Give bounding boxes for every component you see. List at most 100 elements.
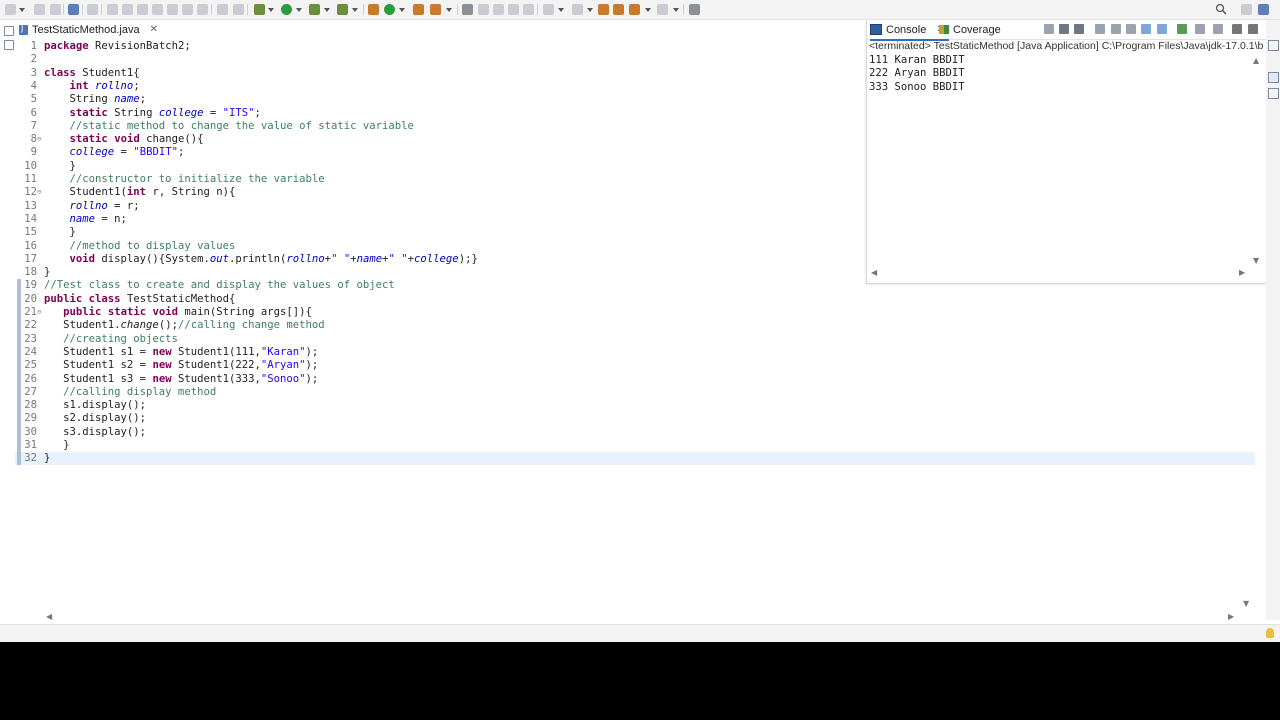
editor-horizontal-scrollbar[interactable]: ◀ ▶ [42, 612, 1242, 622]
scroll-left-icon[interactable]: ◀ [46, 612, 52, 621]
restore-icon[interactable] [1268, 40, 1279, 51]
run-icon[interactable] [281, 4, 292, 15]
forward-icon[interactable] [657, 4, 668, 15]
scroll-left-icon[interactable]: ◀ [871, 268, 877, 277]
scroll-right-icon[interactable]: ▶ [1228, 612, 1234, 621]
coverage-icon[interactable] [309, 4, 320, 15]
open-type-icon[interactable] [413, 4, 424, 15]
code-line[interactable]: 28 s1.display(); [15, 399, 1255, 412]
clear-console-icon[interactable] [1095, 24, 1105, 34]
tip-bulb-icon[interactable] [1266, 628, 1274, 638]
code-line[interactable]: 27 //calling display method [15, 386, 1255, 399]
new-java-package-icon[interactable] [368, 4, 379, 15]
scroll-down-icon[interactable]: ▼ [1253, 256, 1259, 265]
code-token: int [69, 79, 89, 92]
close-icon[interactable]: ✕ [150, 24, 158, 35]
code-line[interactable]: 24 Student1 s1 = new Student1(111,"Karan… [15, 346, 1255, 359]
code-line[interactable]: 30 s3.display(); [15, 426, 1255, 439]
scroll-right-icon[interactable]: ▶ [1239, 268, 1245, 277]
save-icon[interactable] [34, 4, 45, 15]
code-line[interactable]: 25 Student1 s2 = new Student1(222,"Aryan… [15, 359, 1255, 372]
pin-editor-icon[interactable] [689, 4, 700, 15]
skip-breakpoints-icon[interactable] [87, 4, 98, 15]
suspend-icon[interactable] [122, 4, 133, 15]
code-line[interactable]: 31 } [15, 439, 1255, 452]
code-line[interactable]: 23 //creating objects [15, 333, 1255, 346]
previous-annotation-icon[interactable] [572, 4, 583, 15]
new-icon[interactable] [5, 4, 16, 15]
show-on-stderr-icon[interactable] [1157, 24, 1167, 34]
forward-dropdown-icon[interactable] [673, 8, 679, 12]
next-annotation-icon[interactable] [543, 4, 554, 15]
fold-toggle-icon[interactable]: ⊖ [37, 133, 41, 146]
new-class-dropdown-icon[interactable] [399, 8, 405, 12]
remove-all-terminated-icon[interactable] [1074, 24, 1084, 34]
word-wrap-icon[interactable] [1126, 24, 1136, 34]
code-line[interactable]: 21 ⊖ public static void main(String args[… [15, 306, 1255, 319]
use-step-filters-icon[interactable] [233, 4, 244, 15]
toggle-annotation-icon[interactable] [462, 4, 473, 15]
terminate-icon[interactable] [1044, 24, 1054, 34]
open-perspective-icon[interactable] [1241, 4, 1252, 15]
resume-icon[interactable] [107, 4, 118, 15]
run-dropdown-icon[interactable] [296, 8, 302, 12]
disconnect-icon[interactable] [152, 4, 163, 15]
show-on-stdout-icon[interactable] [1141, 24, 1151, 34]
coverage-dropdown-icon[interactable] [324, 8, 330, 12]
external-tools-dropdown-icon[interactable] [352, 8, 358, 12]
search-dropdown-icon[interactable] [446, 8, 452, 12]
minimize-icon[interactable] [1248, 24, 1258, 34]
code-line[interactable]: 32} [15, 452, 1255, 466]
view-menu-icon[interactable] [1232, 24, 1242, 34]
console-output[interactable]: 111 Karan BBDIT 222 Aryan BBDIT 333 Sonoo … [869, 54, 965, 94]
scroll-up-icon[interactable]: ▲ [1253, 56, 1259, 65]
fold-toggle-icon[interactable]: ⊖ [37, 186, 41, 199]
new-java-class-icon[interactable] [384, 4, 395, 15]
code-line[interactable]: 26 Student1 s3 = new Student1(333,"Sonoo… [15, 373, 1255, 386]
step-over-icon[interactable] [182, 4, 193, 15]
search-icon[interactable] [1215, 3, 1227, 15]
search-tool-icon[interactable] [430, 4, 441, 15]
step-into-icon[interactable] [167, 4, 178, 15]
display-selected-console-icon[interactable] [1195, 24, 1205, 34]
fold-toggle-icon[interactable]: ⊖ [37, 306, 41, 319]
code-line[interactable]: 20 public class TestStaticMethod{ [15, 293, 1255, 306]
editor-tab-teststaticmethod[interactable]: TestStaticMethod.java ✕ [15, 20, 165, 41]
last-edit-location-icon[interactable] [598, 4, 609, 15]
external-tools-icon[interactable] [337, 4, 348, 15]
back-dropdown-icon[interactable] [645, 8, 651, 12]
terminal-icon[interactable] [68, 4, 79, 15]
restore-icon[interactable] [4, 26, 14, 36]
java-perspective-icon[interactable] [1258, 4, 1269, 15]
open-console-icon[interactable] [1213, 24, 1223, 34]
scroll-down-icon[interactable]: ▼ [1243, 599, 1249, 608]
code-line[interactable]: 22 Student1.change();//calling change me… [15, 319, 1255, 332]
show-whitespace-icon[interactable] [523, 4, 534, 15]
task-list-icon[interactable] [1268, 88, 1279, 99]
tab-coverage[interactable]: Coverage [939, 20, 1001, 39]
back-history-icon[interactable] [629, 4, 640, 15]
back-icon[interactable] [613, 4, 624, 15]
terminate-icon[interactable] [137, 4, 148, 15]
save-all-icon[interactable] [50, 4, 61, 15]
code-line[interactable]: 29 s2.display(); [15, 412, 1255, 425]
remove-launch-icon[interactable] [1059, 24, 1069, 34]
pin-console-icon[interactable] [1177, 24, 1187, 34]
debug-dropdown-icon[interactable] [268, 8, 274, 12]
package-explorer-icon[interactable] [4, 40, 14, 50]
drop-to-frame-icon[interactable] [217, 4, 228, 15]
word-wrap-icon[interactable] [493, 4, 504, 15]
previous-annotation-dropdown-icon[interactable] [587, 8, 593, 12]
block-selection-icon[interactable] [508, 4, 519, 15]
debug-icon[interactable] [254, 4, 265, 15]
step-return-icon[interactable] [197, 4, 208, 15]
new-dropdown-icon[interactable] [19, 8, 25, 12]
code-text: //constructor to initialize the variable [44, 173, 325, 186]
code-token: = [203, 106, 223, 119]
outline-icon[interactable] [1268, 72, 1279, 83]
scroll-lock-icon[interactable] [1111, 24, 1121, 34]
tab-console[interactable]: Console ✕ [870, 20, 949, 41]
next-annotation-dropdown-icon[interactable] [558, 8, 564, 12]
toggle-mark-occurrences-icon[interactable] [478, 4, 489, 15]
